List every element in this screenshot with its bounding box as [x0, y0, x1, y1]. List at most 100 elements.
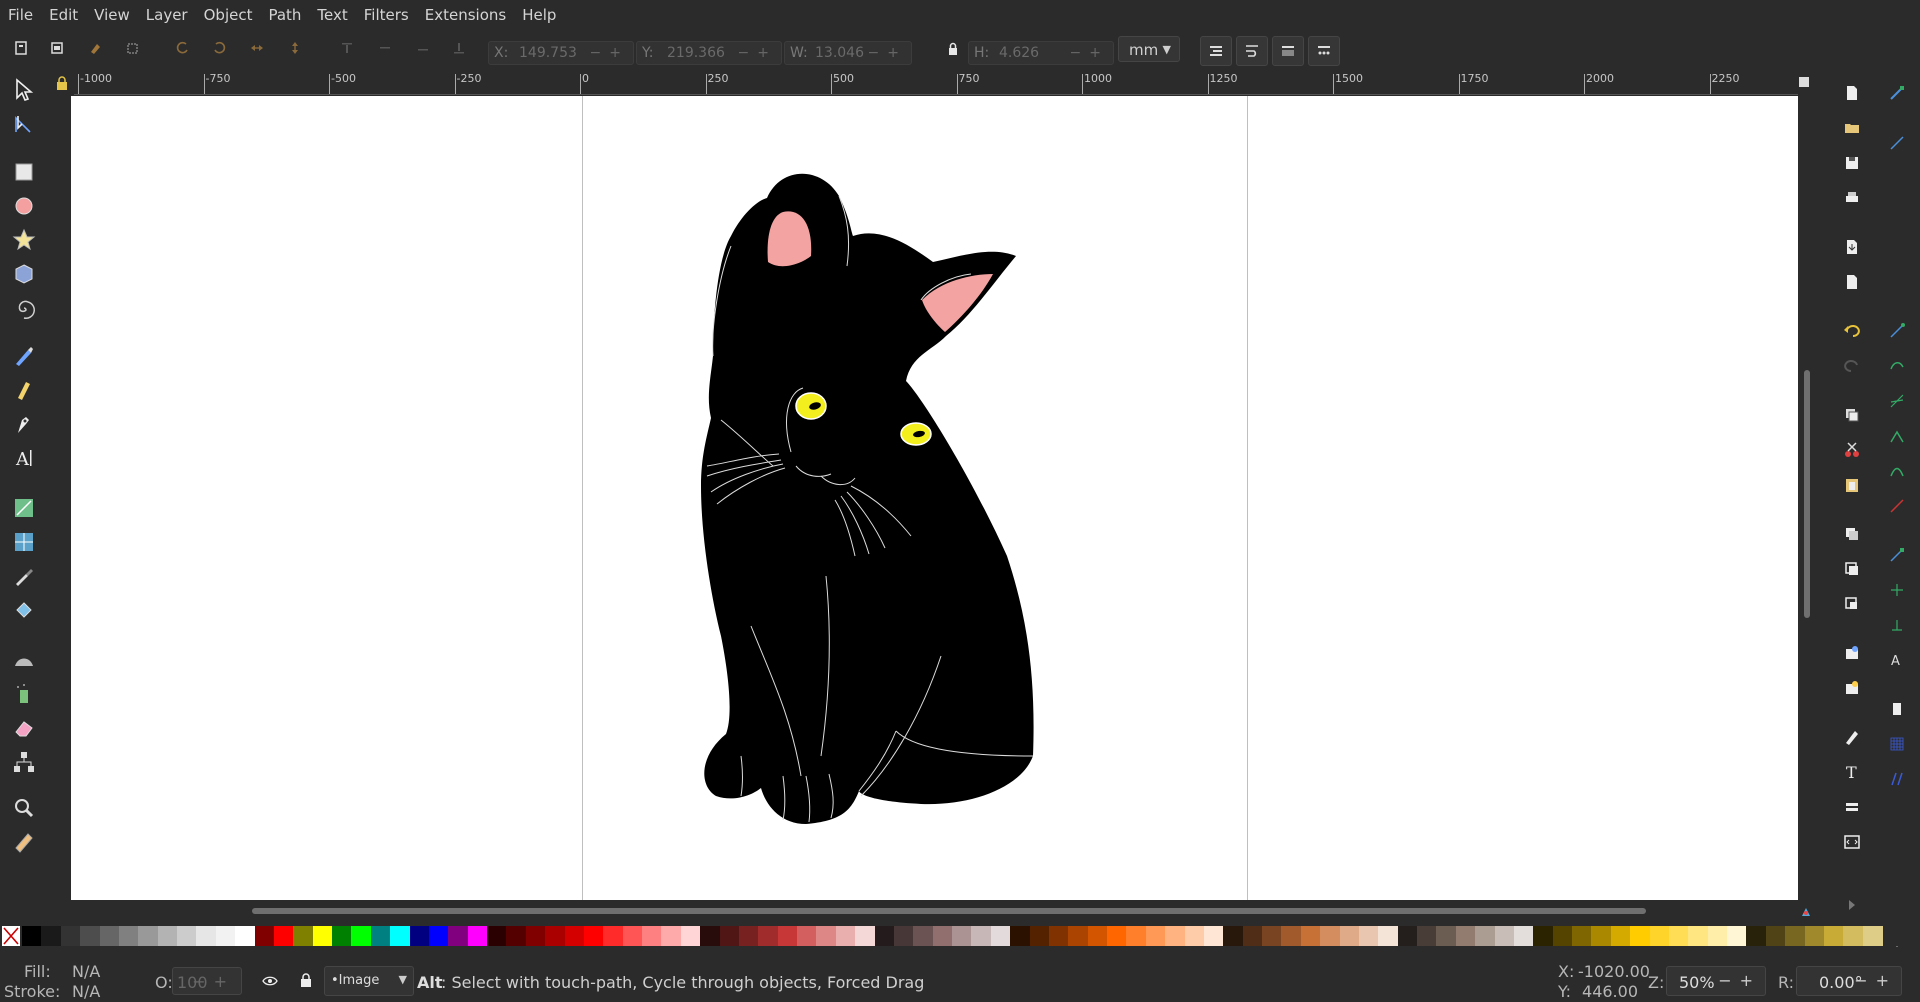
snap-smooth-icon[interactable]: [1888, 462, 1906, 480]
snap-enable-icon[interactable]: [1888, 84, 1906, 102]
horizontal-scrollbar[interactable]: [252, 908, 1646, 914]
select-all-layers-icon[interactable]: [50, 41, 64, 55]
print-icon[interactable]: [1843, 189, 1861, 207]
opacity-field[interactable]: 100 −+: [172, 967, 242, 995]
layers-icon[interactable]: [1843, 798, 1861, 816]
zoom-corner-icon[interactable]: [1798, 76, 1810, 88]
paint-bucket-icon[interactable]: [12, 598, 36, 622]
zoom-field[interactable]: 50% −+: [1666, 966, 1766, 996]
color-swatch[interactable]: [1339, 926, 1360, 946]
gradient-tool-icon[interactable]: [12, 496, 36, 520]
h-stepper[interactable]: −+: [1070, 42, 1109, 64]
text-font-icon[interactable]: T: [1843, 763, 1861, 781]
lock-ratio-icon[interactable]: [946, 42, 960, 56]
transform-gradients-button[interactable]: [1272, 36, 1304, 66]
pen-tool-icon[interactable]: [12, 378, 36, 402]
dropper-tool-icon[interactable]: [12, 564, 36, 588]
color-swatch[interactable]: [855, 926, 875, 946]
color-swatch[interactable]: [80, 926, 100, 946]
color-swatch[interactable]: [1126, 926, 1147, 946]
color-swatch[interactable]: [1668, 926, 1689, 946]
color-swatch[interactable]: [1688, 926, 1709, 946]
scale-corners-button[interactable]: [1236, 36, 1268, 66]
color-swatch[interactable]: [41, 926, 62, 946]
color-swatch[interactable]: [1300, 926, 1321, 946]
snap-grid-icon[interactable]: [1888, 735, 1906, 753]
color-swatch[interactable]: [1707, 926, 1728, 946]
snap-page-icon[interactable]: [1888, 700, 1906, 718]
rectangle-tool-icon[interactable]: [12, 160, 36, 184]
menu-layer[interactable]: Layer: [138, 0, 196, 30]
color-swatch[interactable]: [932, 926, 953, 946]
snap-guide-icon[interactable]: [1888, 770, 1906, 788]
color-swatch[interactable]: [235, 926, 255, 946]
menu-path[interactable]: Path: [260, 0, 309, 30]
lower-icon[interactable]: [416, 41, 430, 55]
color-swatch[interactable]: [603, 926, 624, 946]
color-swatch[interactable]: [1242, 926, 1263, 946]
color-swatch[interactable]: [913, 926, 934, 946]
3d-box-tool-icon[interactable]: [12, 262, 36, 286]
guide-lock-icon[interactable]: [56, 76, 68, 90]
star-tool-icon[interactable]: [12, 228, 36, 252]
color-swatch[interactable]: [1397, 926, 1418, 946]
lower-to-bottom-icon[interactable]: [452, 41, 466, 55]
color-swatch[interactable]: [312, 926, 333, 946]
color-swatch[interactable]: [273, 926, 294, 946]
text-tool-icon[interactable]: A: [12, 446, 36, 470]
paste-icon[interactable]: [1843, 476, 1861, 494]
color-swatch[interactable]: [1765, 926, 1786, 946]
fill-stroke-icon[interactable]: [1843, 728, 1861, 746]
group-icon[interactable]: [1843, 644, 1861, 662]
menu-object[interactable]: Object: [196, 0, 261, 30]
stroke-value[interactable]: N/A: [72, 982, 100, 1001]
color-swatch[interactable]: [157, 926, 178, 946]
color-swatch[interactable]: [835, 926, 856, 946]
transform-patterns-button[interactable]: [1308, 36, 1340, 66]
layer-lock-icon[interactable]: [300, 973, 312, 987]
layer-selector[interactable]: •Image ▼: [324, 966, 414, 996]
color-swatch[interactable]: [428, 926, 449, 946]
color-swatch[interactable]: [1436, 926, 1457, 946]
flip-vertical-icon[interactable]: [288, 41, 302, 55]
color-swatch[interactable]: [1610, 926, 1631, 946]
color-swatch[interactable]: [816, 926, 837, 946]
eye-visibility-icon[interactable]: [262, 974, 278, 988]
color-swatch[interactable]: [177, 926, 197, 946]
snap-center-icon[interactable]: [1888, 581, 1906, 599]
color-swatch[interactable]: [1048, 926, 1069, 946]
color-swatch[interactable]: [1010, 926, 1030, 946]
unit-select[interactable]: mm ▼: [1118, 36, 1180, 62]
chevron-right-icon[interactable]: [1843, 896, 1861, 914]
color-swatch[interactable]: [583, 926, 604, 946]
save-icon[interactable]: [1843, 154, 1861, 172]
color-swatch[interactable]: [564, 926, 585, 946]
raise-icon[interactable]: [378, 41, 392, 55]
black-cat-illustration[interactable]: [671, 156, 1231, 900]
color-swatch[interactable]: [506, 926, 527, 946]
mesh-tool-icon[interactable]: [12, 530, 36, 554]
y-stepper[interactable]: −+: [738, 42, 777, 64]
duplicate-icon[interactable]: [1843, 525, 1861, 543]
color-swatch[interactable]: [990, 926, 1011, 946]
menu-filters[interactable]: Filters: [356, 0, 417, 30]
color-swatch[interactable]: [1378, 926, 1399, 946]
undo-icon[interactable]: [1843, 322, 1861, 340]
rotate-stepper[interactable]: −+: [1854, 971, 1897, 990]
color-swatch[interactable]: [893, 926, 914, 946]
color-swatch[interactable]: [1262, 926, 1282, 946]
color-swatch[interactable]: [1029, 926, 1050, 946]
menu-file[interactable]: File: [0, 0, 41, 30]
color-swatch[interactable]: [758, 926, 779, 946]
clone-icon[interactable]: [1843, 560, 1861, 578]
color-swatch[interactable]: [797, 926, 817, 946]
raise-to-top-icon[interactable]: [340, 41, 354, 55]
color-swatch[interactable]: [1068, 926, 1089, 946]
color-swatch[interactable]: [525, 926, 546, 946]
color-swatch[interactable]: [1591, 926, 1612, 946]
color-manage-icon[interactable]: [1800, 906, 1812, 918]
color-swatch[interactable]: [487, 926, 507, 946]
color-swatch[interactable]: [60, 926, 81, 946]
color-swatch[interactable]: [1804, 926, 1825, 946]
color-swatch[interactable]: [1843, 926, 1864, 946]
